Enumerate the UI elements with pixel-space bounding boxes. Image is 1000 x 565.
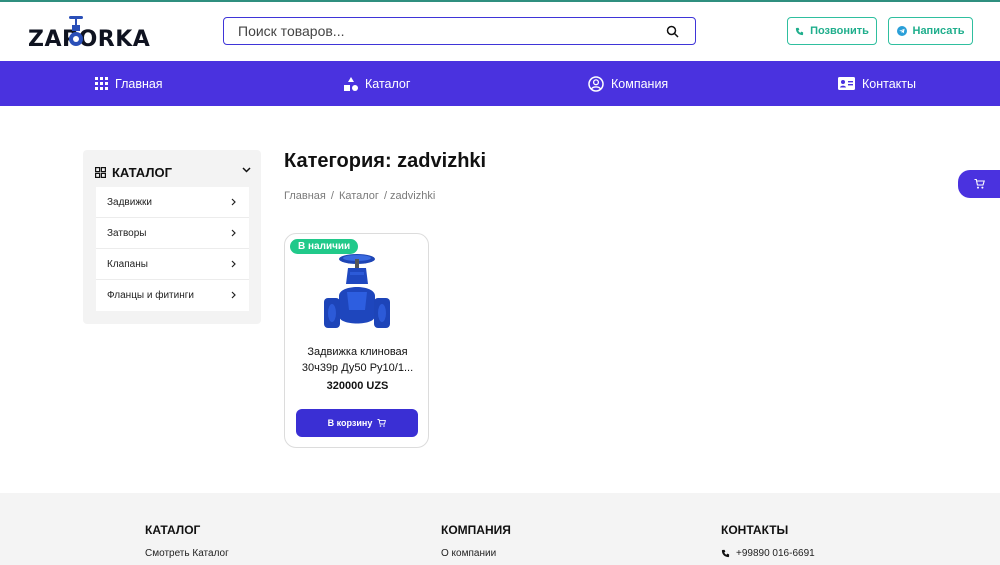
footer-catalog-link[interactable]: Смотреть Каталог xyxy=(145,548,229,559)
shapes-icon xyxy=(344,76,358,91)
footer-contacts-title: КОНТАКТЫ xyxy=(721,523,789,537)
footer-catalog-title: КАТАЛОГ xyxy=(145,523,201,537)
product-name-line-2: 30ч39р Ду50 Ру10/1... xyxy=(301,362,414,374)
chevron-down-icon[interactable] xyxy=(242,167,251,173)
breadcrumb: Главная / Каталог / zadvizhki xyxy=(284,190,435,202)
product-price: 320000 UZS xyxy=(326,380,389,392)
category-item-label: Задвижки xyxy=(107,196,152,208)
search-bar[interactable] xyxy=(223,17,696,45)
breadcrumb-catalog[interactable]: Каталог xyxy=(339,190,379,202)
footer-catalog-column: КАТАЛОГ Смотреть Каталог xyxy=(145,523,229,559)
user-circle-icon xyxy=(588,75,604,92)
product-card[interactable]: В наличии Задвижка клиновая 30ч39р Ду50 … xyxy=(284,233,429,448)
chevron-right-icon xyxy=(231,198,236,206)
nav-item-label: Главная xyxy=(115,76,163,91)
footer-company-title: КОМПАНИЯ xyxy=(441,523,511,537)
chevron-right-icon xyxy=(231,229,236,237)
header: ZAPORKA Позвонить Написать xyxy=(0,2,1000,61)
nav-item-catalog[interactable]: Каталог xyxy=(344,61,410,106)
chevron-right-icon xyxy=(231,291,236,299)
footer: КАТАЛОГ Смотреть Каталог КОМПАНИЯ О комп… xyxy=(0,493,1000,565)
call-button[interactable]: Позвонить xyxy=(787,17,877,45)
search-icon[interactable] xyxy=(666,25,679,38)
logo[interactable]: ZAPORKA xyxy=(28,14,150,52)
category-item-label: Затворы xyxy=(107,227,147,239)
contact-card-icon xyxy=(838,77,855,90)
page-title: Категория: zadvizhki xyxy=(284,150,487,172)
category-item-label: Клапаны xyxy=(107,258,148,270)
catalog-grid-icon xyxy=(95,166,106,178)
floating-cart-button[interactable] xyxy=(958,170,1000,198)
category-item-zatvory[interactable]: Затворы xyxy=(96,218,249,249)
breadcrumb-current: / zadvizhki xyxy=(383,190,436,202)
nav-item-label: Контакты xyxy=(862,76,916,91)
breadcrumb-separator: / xyxy=(330,190,334,202)
product-name-line-1: Задвижка клиновая xyxy=(307,346,408,358)
grid-icon xyxy=(95,77,108,90)
valve-logo-icon xyxy=(69,16,83,46)
search-input[interactable] xyxy=(238,22,658,40)
main-nav: Главная Каталог Компания Контакты xyxy=(0,61,1000,106)
phone-icon xyxy=(795,27,804,35)
write-button-label: Написать xyxy=(912,25,965,37)
cart-icon xyxy=(974,179,985,189)
footer-contacts-column: КОНТАКТЫ +99890 016-6691 xyxy=(721,523,815,559)
nav-item-company[interactable]: Компания xyxy=(588,61,668,106)
in-stock-badge: В наличии xyxy=(290,239,359,254)
catalog-sidebar-header[interactable]: КАТАЛОГ xyxy=(95,164,251,180)
category-item-klapany[interactable]: Клапаны xyxy=(96,249,249,280)
phone-icon xyxy=(721,549,730,558)
nav-item-home[interactable]: Главная xyxy=(95,61,163,106)
footer-phone-number: +99890 016-6691 xyxy=(736,548,815,559)
footer-company-column: КОМПАНИЯ О компании xyxy=(441,523,511,559)
category-item-label: Фланцы и фитинги xyxy=(107,290,194,301)
product-name[interactable]: Задвижка клиновая 30ч39р Ду50 Ру10/1... xyxy=(293,344,422,376)
cart-icon xyxy=(377,419,387,427)
nav-item-label: Компания xyxy=(611,76,669,91)
catalog-sidebar-title: КАТАЛОГ xyxy=(112,164,172,180)
add-to-cart-label: В корзину xyxy=(327,418,373,428)
telegram-icon xyxy=(896,26,907,36)
gate-valve-product-image[interactable] xyxy=(321,244,393,336)
footer-phone-link[interactable]: +99890 016-6691 xyxy=(721,548,815,559)
category-item-zadvizhki[interactable]: Задвижки xyxy=(96,187,249,218)
nav-item-contacts[interactable]: Контакты xyxy=(838,61,916,106)
write-button[interactable]: Написать xyxy=(888,17,973,45)
logo-text: ZAPORKA xyxy=(28,27,151,52)
breadcrumb-home[interactable]: Главная xyxy=(284,190,326,202)
nav-item-label: Каталог xyxy=(365,76,411,91)
add-to-cart-button[interactable]: В корзину xyxy=(296,409,418,437)
call-button-label: Позвонить xyxy=(810,25,869,37)
category-list: Задвижки Затворы Клапаны Фланцы и фитинг… xyxy=(96,187,249,311)
chevron-right-icon xyxy=(231,260,236,268)
category-item-flantsy[interactable]: Фланцы и фитинги xyxy=(96,280,249,311)
footer-company-link[interactable]: О компании xyxy=(441,548,511,559)
